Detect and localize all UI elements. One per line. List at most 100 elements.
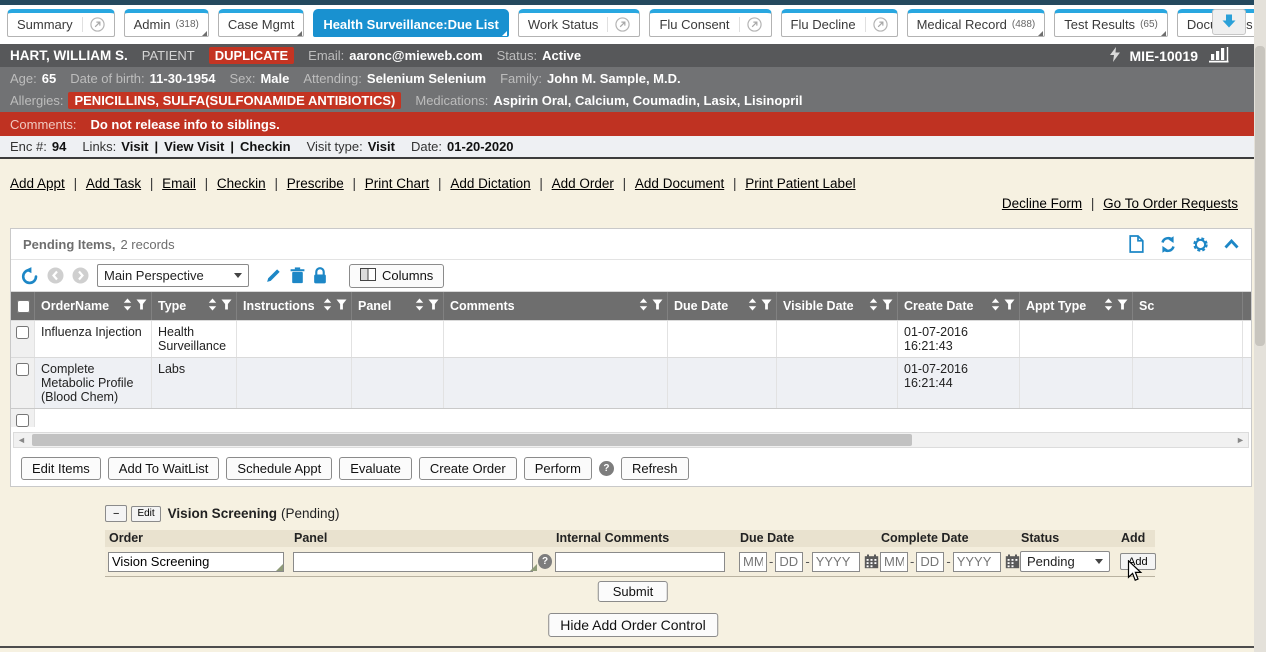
link-add-document[interactable]: Add Document <box>635 176 724 191</box>
filter-funnel-icon[interactable] <box>221 299 232 313</box>
enc-link-checkin[interactable]: Checkin <box>240 139 291 154</box>
create-order-button[interactable]: Create Order <box>419 457 517 480</box>
edit-items-button[interactable]: Edit Items <box>21 457 101 480</box>
link-print-patient-label[interactable]: Print Patient Label <box>745 176 855 191</box>
order-input[interactable] <box>108 552 284 572</box>
tab-admin[interactable]: Admin(318) <box>124 9 209 37</box>
panel-input[interactable] <box>293 552 533 572</box>
due-date-year-input[interactable] <box>812 552 860 572</box>
tab-medical-record[interactable]: Medical Record(488) <box>907 9 1046 37</box>
scrollbar-thumb[interactable] <box>32 434 912 446</box>
submit-button[interactable]: Submit <box>598 581 668 602</box>
enc-link-visit[interactable]: Visit <box>121 139 148 154</box>
complete-date-month-input[interactable] <box>880 552 908 572</box>
sort-icon[interactable] <box>323 298 332 314</box>
delete-trash-icon[interactable] <box>290 267 305 284</box>
select-all-checkbox[interactable] <box>17 300 30 313</box>
due-date-day-input[interactable] <box>775 552 803 572</box>
sort-icon[interactable] <box>639 298 648 314</box>
hide-add-order-control-button[interactable]: Hide Add Order Control <box>548 613 718 637</box>
link-add-dictation[interactable]: Add Dictation <box>450 176 530 191</box>
col-header-create-date[interactable]: Create Date <box>898 292 1020 320</box>
filter-funnel-icon[interactable] <box>428 299 439 313</box>
settings-gear-icon[interactable] <box>1192 236 1209 253</box>
complete-date-year-input[interactable] <box>953 552 1001 572</box>
sort-icon[interactable] <box>869 298 878 314</box>
external-link-icon[interactable] <box>865 17 888 32</box>
table-row[interactable]: Complete Metabolic Profile (Blood Chem)L… <box>11 357 1251 408</box>
link-add-task[interactable]: Add Task <box>86 176 141 191</box>
bar-chart-icon[interactable] <box>1208 46 1230 66</box>
filter-funnel-icon[interactable] <box>136 299 147 313</box>
sort-icon[interactable] <box>123 298 132 314</box>
tab-work-status[interactable]: Work Status <box>518 9 641 37</box>
schedule-appt-button[interactable]: Schedule Appt <box>226 457 332 480</box>
tab-scroll-down-button[interactable] <box>1212 9 1246 35</box>
sort-icon[interactable] <box>1104 298 1113 314</box>
enc-link-view-visit[interactable]: View Visit <box>164 139 224 154</box>
external-link-icon[interactable] <box>739 17 762 32</box>
refresh-button[interactable]: Refresh <box>621 457 689 480</box>
link-checkin[interactable]: Checkin <box>217 176 266 191</box>
row-checkbox[interactable] <box>16 326 29 339</box>
scroll-left-icon[interactable]: ◄ <box>14 433 29 447</box>
col-header-type[interactable]: Type <box>152 292 237 320</box>
sort-icon[interactable] <box>991 298 1000 314</box>
link-add-appt[interactable]: Add Appt <box>10 176 65 191</box>
complete-date-day-input[interactable] <box>916 552 944 572</box>
vertical-scrollbar[interactable] <box>1254 0 1266 652</box>
edit-pencil-icon[interactable] <box>265 267 282 284</box>
link-go-to-order-requests[interactable]: Go To Order Requests <box>1103 196 1238 211</box>
filter-funnel-icon[interactable] <box>1004 299 1015 313</box>
sort-icon[interactable] <box>208 298 217 314</box>
link-email[interactable]: Email <box>162 176 196 191</box>
tab-flu-consent[interactable]: Flu Consent <box>649 9 771 37</box>
external-link-icon[interactable] <box>82 17 105 32</box>
internal-comments-input[interactable] <box>555 552 725 572</box>
tab-summary[interactable]: Summary <box>7 9 115 37</box>
perform-button[interactable]: Perform <box>524 457 592 480</box>
perform-help-icon[interactable]: ? <box>599 461 614 476</box>
evaluate-button[interactable]: Evaluate <box>339 457 412 480</box>
perspective-select[interactable]: Main Perspective <box>97 264 249 287</box>
undo-icon[interactable] <box>21 267 39 285</box>
col-header-sc[interactable]: Sc <box>1133 292 1243 320</box>
col-header-panel[interactable]: Panel <box>352 292 444 320</box>
lock-icon[interactable] <box>313 267 327 284</box>
col-header-visible-date[interactable]: Visible Date <box>777 292 898 320</box>
collapse-chevron-icon[interactable] <box>1224 239 1239 249</box>
filter-funnel-icon[interactable] <box>882 299 893 313</box>
add-order-button[interactable]: Add <box>1120 553 1156 570</box>
external-link-icon[interactable] <box>607 17 630 32</box>
scroll-right-icon[interactable]: ► <box>1233 433 1248 447</box>
collapse-section-button[interactable]: − <box>105 505 127 522</box>
link-decline-form[interactable]: Decline Form <box>1002 196 1082 211</box>
nav-forward-icon[interactable] <box>72 267 89 284</box>
link-prescribe[interactable]: Prescribe <box>287 176 344 191</box>
tab-case-mgmt[interactable]: Case Mgmt <box>218 9 304 37</box>
tab-health-surveillance-due-list[interactable]: Health Surveillance:Due List <box>313 9 509 37</box>
link-add-order[interactable]: Add Order <box>552 176 614 191</box>
sort-icon[interactable] <box>415 298 424 314</box>
allergies-badge[interactable]: PENICILLINS, SULFA(SULFONAMIDE ANTIBIOTI… <box>68 92 401 109</box>
filter-funnel-icon[interactable] <box>1117 299 1128 313</box>
col-header-comments[interactable]: Comments <box>444 292 668 320</box>
sort-icon[interactable] <box>748 298 757 314</box>
due-date-month-input[interactable] <box>739 552 767 572</box>
panel-help-icon[interactable]: ? <box>538 554 552 569</box>
row-checkbox[interactable] <box>16 363 29 376</box>
edit-order-button[interactable]: Edit <box>131 506 160 522</box>
filter-funnel-icon[interactable] <box>652 299 663 313</box>
col-header-instructions[interactable]: Instructions <box>237 292 352 320</box>
filter-funnel-icon[interactable] <box>761 299 772 313</box>
tab-test-results[interactable]: Test Results(65) <box>1054 9 1168 37</box>
add-to-waitlist-button[interactable]: Add To WaitList <box>108 457 220 480</box>
table-row[interactable]: Influenza InjectionHealth Surveillance01… <box>11 320 1251 357</box>
col-header-appt-type[interactable]: Appt Type <box>1020 292 1133 320</box>
refresh-icon[interactable] <box>1159 236 1177 253</box>
flash-icon[interactable] <box>1110 47 1120 65</box>
link-print-chart[interactable]: Print Chart <box>365 176 430 191</box>
col-header-ordername[interactable]: OrderName <box>35 292 152 320</box>
footer-checkbox[interactable] <box>16 414 29 427</box>
filter-funnel-icon[interactable] <box>336 299 347 313</box>
